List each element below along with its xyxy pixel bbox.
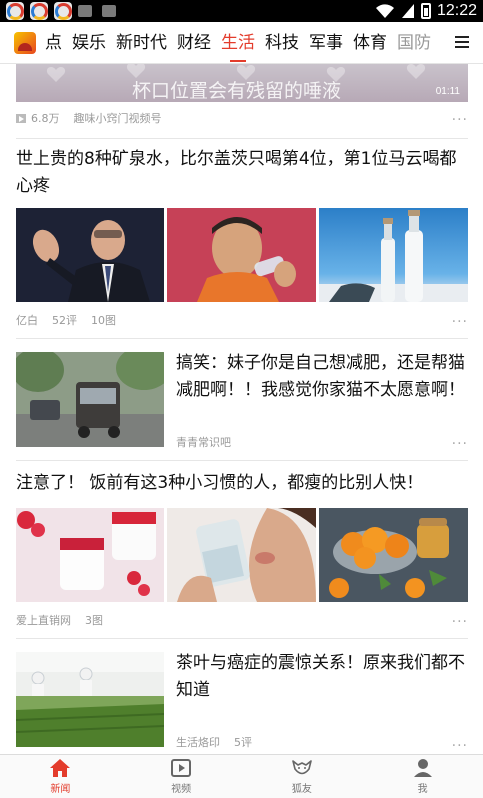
tab-label: 我: [417, 784, 428, 795]
article-title[interactable]: 搞笑：妹子你是自己想减肥，还是帮猫减肥啊！！我感觉你家猫不太愿意啊！: [176, 350, 468, 404]
channel-menu-icon[interactable]: [455, 34, 469, 50]
image-count: 3图: [85, 614, 103, 627]
play-count-icon: [16, 113, 26, 123]
video-icon: [171, 759, 192, 777]
more-options-icon[interactable]: ...: [452, 734, 468, 750]
article-thumbnail[interactable]: [16, 652, 164, 747]
article-title[interactable]: 世上贵的8种矿泉水，比尔盖茨只喝第4位，第1位马云喝都心疼: [16, 146, 468, 200]
comment-count: 52评: [52, 314, 77, 327]
more-options-icon[interactable]: ...: [452, 432, 468, 448]
video-meta: 6.8万 趣味小窍门视频号: [16, 110, 468, 126]
article-title[interactable]: 茶叶与癌症的震惊关系！原来我们都不知道: [176, 650, 468, 704]
source-name: 青青常识吧: [176, 436, 231, 449]
sohu-logo-icon[interactable]: [14, 31, 36, 54]
tab-military[interactable]: 军事: [304, 22, 348, 64]
article-meta: 青青常识吧: [176, 434, 231, 450]
more-options-icon[interactable]: ...: [452, 310, 468, 326]
article-image[interactable]: [319, 208, 468, 302]
photo-desserts: [16, 508, 164, 602]
divider: [16, 638, 468, 639]
photo-tea-factory: [16, 652, 164, 747]
app-icon: [6, 2, 24, 20]
comment-count: 5评: [234, 736, 252, 749]
home-icon: [50, 759, 71, 777]
clock: 12:22: [436, 2, 477, 19]
article-meta: 亿白 52评 10图: [16, 312, 468, 328]
tab-finance[interactable]: 财经: [172, 22, 216, 64]
tab-tech[interactable]: 科技: [260, 22, 304, 64]
divider: [16, 138, 468, 139]
article-image[interactable]: [167, 508, 316, 602]
article-thumbnail[interactable]: [16, 352, 164, 447]
app-icon: [30, 2, 48, 20]
photo-person: [16, 208, 164, 302]
article-meta: 爱上直销网 3图: [16, 612, 468, 628]
photo-drinking-water: [167, 508, 316, 602]
video-caption: 杯口位置会有残留的唾液: [132, 80, 342, 102]
channel-tabs: 点 娱乐 新时代 财经 生活 科技 军事 体育 国防: [40, 22, 465, 64]
video-duration: 01:11: [435, 86, 460, 97]
status-bar: 12:22: [0, 0, 483, 22]
news-feed[interactable]: 杯口位置会有残留的唾液 01:11 6.8万 趣味小窍门视频号 ... 世上贵的…: [0, 64, 483, 754]
article-title[interactable]: 注意了！ 饭前有这3种小习惯的人，都瘦的比别人快！: [16, 470, 468, 497]
source-name: 生活烙印: [176, 736, 220, 749]
wifi-icon: [375, 4, 394, 18]
article-image[interactable]: [319, 508, 468, 602]
fox-icon: [292, 760, 312, 775]
tab-foxfriends[interactable]: 狐友: [242, 755, 363, 798]
person-icon: [413, 759, 432, 777]
tab-news[interactable]: 新闻: [0, 755, 121, 798]
video-thumbnail[interactable]: 杯口位置会有残留的唾液 01:11: [16, 64, 468, 102]
article-meta: 生活烙印 5评: [176, 734, 252, 750]
article-image[interactable]: [16, 508, 164, 602]
source-name: 趣味小窍门视频号: [73, 112, 162, 125]
article-image[interactable]: [167, 208, 316, 302]
tab-dian[interactable]: 点: [40, 22, 67, 64]
photo-water-bottles: [319, 210, 468, 302]
source-name: 亿白: [16, 314, 38, 327]
article-image[interactable]: [16, 208, 164, 302]
more-options-icon[interactable]: ...: [452, 610, 468, 626]
tab-video[interactable]: 视频: [121, 755, 242, 798]
divider: [16, 460, 468, 461]
tab-defense[interactable]: 国防: [392, 22, 436, 64]
app-icon: [54, 2, 72, 20]
view-count: 6.8万: [31, 112, 60, 125]
tab-sports[interactable]: 体育: [348, 22, 392, 64]
image-count: 10图: [91, 314, 116, 327]
battery-icon: [420, 3, 431, 19]
photo-oranges: [319, 508, 468, 602]
tab-life[interactable]: 生活: [216, 22, 260, 64]
tab-entertainment[interactable]: 娱乐: [67, 22, 111, 64]
photo-person-drinking: [167, 208, 316, 302]
divider: [16, 338, 468, 339]
tab-new-era[interactable]: 新时代: [111, 22, 172, 64]
bottom-tab-bar: 新闻 视频 狐友 我: [0, 754, 483, 798]
tab-label: 狐友: [291, 784, 312, 795]
source-name: 爱上直销网: [16, 614, 71, 627]
notification-icon: [102, 5, 116, 17]
tab-label: 新闻: [50, 784, 71, 795]
signal-icon: [401, 4, 414, 18]
tab-me[interactable]: 我: [362, 755, 483, 798]
notification-icon: [78, 5, 92, 17]
tab-label: 视频: [171, 784, 192, 795]
more-options-icon[interactable]: ...: [452, 108, 468, 124]
photo-street-cart: [16, 352, 164, 447]
channel-bar: 点 娱乐 新时代 财经 生活 科技 军事 体育 国防: [0, 22, 483, 64]
